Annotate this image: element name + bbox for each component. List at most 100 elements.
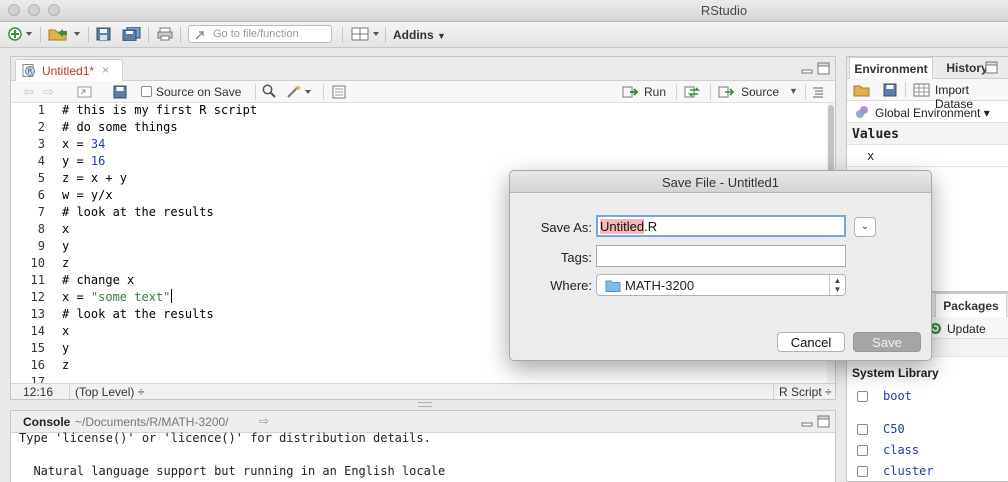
dialog-title: Save File - Untitled1 xyxy=(510,171,931,193)
save-file-icon[interactable] xyxy=(113,85,127,99)
rerun-icon[interactable] xyxy=(684,85,704,99)
status-separator xyxy=(773,384,774,399)
source-on-save-checkbox[interactable] xyxy=(141,86,152,97)
minimize-pane-icon[interactable] xyxy=(801,416,813,428)
variable-name: x xyxy=(867,149,875,163)
tags-input[interactable] xyxy=(596,245,846,267)
toolbar-separator xyxy=(88,27,89,43)
environment-toolbar: Import Datase xyxy=(847,79,1008,111)
save-all-icon[interactable] xyxy=(122,27,142,41)
code-line[interactable]: 4 y = 16 xyxy=(11,154,827,171)
expand-dialog-chevron-icon[interactable]: ⌄ xyxy=(854,217,876,237)
workspace-panes-icon[interactable] xyxy=(351,27,381,41)
open-file-icon[interactable] xyxy=(48,27,82,41)
code-text: z xyxy=(62,358,70,372)
r-file-icon: R xyxy=(22,64,35,77)
run-icon[interactable] xyxy=(622,85,640,99)
import-dataset-icon[interactable] xyxy=(913,83,931,97)
tab-close-icon[interactable]: × xyxy=(102,63,109,77)
code-line[interactable]: 17 xyxy=(11,375,827,383)
toolbar-separator xyxy=(255,84,256,100)
code-line[interactable]: 1 # this is my first R script xyxy=(11,103,827,120)
goto-file-input[interactable]: Go to file/function xyxy=(188,25,332,43)
package-name-link[interactable]: boot xyxy=(883,389,912,403)
console-path: ~/Documents/R/MATH-3200/ xyxy=(75,415,229,429)
window-title: RStudio xyxy=(700,3,748,18)
editor-statusbar: 12:16 (Top Level) ÷ R Script ÷ xyxy=(11,383,835,399)
console-title: Console xyxy=(23,415,71,429)
r-environment-icon xyxy=(856,106,868,118)
package-name-link[interactable]: class xyxy=(883,443,919,457)
line-number: 11 xyxy=(30,273,45,287)
print-icon[interactable] xyxy=(157,27,173,41)
code-text: w = y/x xyxy=(62,188,113,202)
maximize-pane-icon[interactable] xyxy=(817,62,830,75)
cancel-button[interactable]: Cancel xyxy=(777,332,845,352)
addins-menu[interactable]: Addins ▼ xyxy=(393,28,446,42)
where-value: MATH-3200 xyxy=(625,278,695,293)
package-checkbox[interactable] xyxy=(857,445,868,456)
back-arrow-icon[interactable]: ⇦ xyxy=(23,84,34,100)
show-in-window-icon[interactable] xyxy=(77,85,93,99)
save-icon[interactable] xyxy=(96,27,112,41)
save-workspace-icon[interactable] xyxy=(883,83,897,97)
package-name-link[interactable]: cluster xyxy=(883,464,934,478)
package-row: boot xyxy=(847,387,1007,407)
chevron-down-icon[interactable]: ▼ xyxy=(789,86,798,96)
source-button[interactable]: Source xyxy=(741,85,779,99)
code-text: y = 16 xyxy=(62,154,106,168)
code-line[interactable]: 3 x = 34 xyxy=(11,137,827,154)
values-header: Values xyxy=(847,123,1008,145)
package-name-link[interactable]: C50 xyxy=(883,422,905,436)
new-file-icon[interactable] xyxy=(8,27,32,41)
code-text: x = "some text" xyxy=(62,290,171,304)
load-workspace-icon[interactable] xyxy=(853,83,871,97)
go-to-directory-icon[interactable]: ⇨ xyxy=(259,414,269,428)
compile-report-icon[interactable] xyxy=(332,85,346,99)
run-button[interactable]: Run xyxy=(644,85,666,99)
code-text: y xyxy=(62,239,70,253)
forward-arrow-icon[interactable]: ⇨ xyxy=(43,84,54,100)
environment-tabstrip: Environment History xyxy=(847,57,1008,79)
outline-icon[interactable] xyxy=(812,86,824,98)
line-number: 1 xyxy=(37,103,45,117)
source-icon[interactable] xyxy=(718,85,736,99)
package-checkbox[interactable] xyxy=(857,391,868,402)
package-checkbox[interactable] xyxy=(857,466,868,477)
cursor-position: 12:16 xyxy=(23,385,54,399)
code-line[interactable]: 2 # do some things xyxy=(11,120,827,137)
minimize-pane-icon[interactable] xyxy=(801,63,813,75)
toolbar-separator xyxy=(710,84,711,100)
package-checkbox[interactable] xyxy=(857,424,868,435)
maximize-pane-icon[interactable] xyxy=(817,415,830,428)
pane-splitter[interactable] xyxy=(418,402,432,407)
text-cursor xyxy=(171,289,172,303)
code-tools-icon[interactable] xyxy=(286,84,312,99)
tab-packages[interactable]: Packages xyxy=(935,293,1007,317)
tab-untitled1[interactable]: R Untitled1* × xyxy=(15,59,123,81)
line-number: 10 xyxy=(30,256,45,270)
code-text: # look at the results xyxy=(62,205,214,219)
search-icon[interactable] xyxy=(262,84,276,99)
maximize-pane-icon[interactable] xyxy=(985,61,998,74)
package-row: class xyxy=(847,441,1007,461)
save-as-input[interactable]: Untitled.R xyxy=(596,215,846,237)
up-down-chevron-icon: ▲ ▼ xyxy=(829,275,845,295)
environment-row[interactable]: x xyxy=(847,145,1008,167)
addins-label: Addins xyxy=(393,28,434,42)
update-packages-button[interactable]: Update xyxy=(947,322,986,336)
line-number: 5 xyxy=(37,171,45,185)
package-row: C50 xyxy=(847,420,1007,440)
save-button[interactable]: Save xyxy=(853,332,921,352)
source-on-save-label: Source on Save xyxy=(156,85,242,99)
line-number: 12 xyxy=(30,290,45,304)
code-text: x = 34 xyxy=(62,137,106,151)
filetype-selector[interactable]: R Script ÷ xyxy=(779,385,832,399)
tab-environment[interactable]: Environment xyxy=(849,57,933,79)
folder-icon xyxy=(605,280,621,292)
console-pane: Console ~/Documents/R/MATH-3200/ ⇨ Type … xyxy=(10,410,836,482)
global-environment-dropdown[interactable]: Global Environment ▾ xyxy=(875,106,990,120)
where-select[interactable]: MATH-3200 ▲ ▼ xyxy=(596,274,846,296)
code-text: z = x + y xyxy=(62,171,128,185)
scope-selector[interactable]: (Top Level) ÷ xyxy=(75,385,144,399)
